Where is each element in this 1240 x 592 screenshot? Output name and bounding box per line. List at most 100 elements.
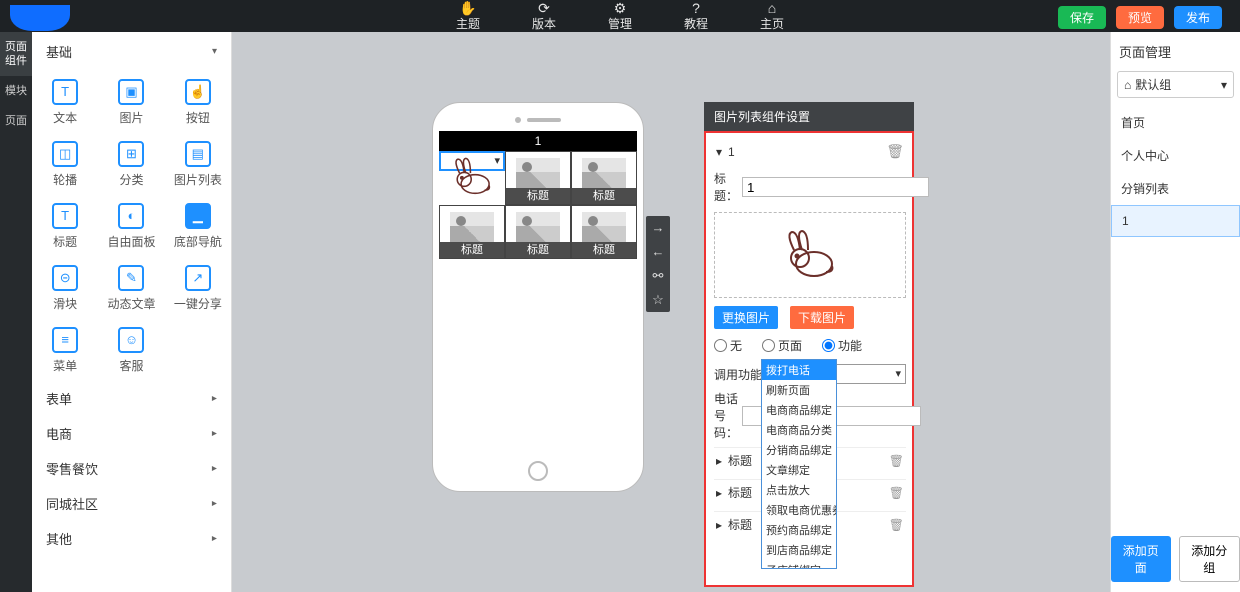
comp-image-list[interactable]: ▤图片列表 <box>165 133 231 195</box>
item-header[interactable]: ▾ 1 🗑 <box>714 141 906 162</box>
article-icon: ✎ <box>118 265 144 291</box>
settings-panel: 图片列表组件设置 ▾ 1 🗑 标题： 更换图片 下载图片 无 页面 功能 <box>704 102 914 587</box>
group-form[interactable]: 表单▾ <box>32 381 231 416</box>
dropdown-option[interactable]: 到店商品绑定 <box>762 540 836 560</box>
dropdown-option[interactable]: 分销商品绑定 <box>762 440 836 460</box>
comp-category[interactable]: ⊞分类 <box>98 133 164 195</box>
download-image-button[interactable]: 下载图片 <box>790 306 854 329</box>
delete-icon[interactable]: 🗑 <box>889 454 904 468</box>
dropdown-option[interactable]: 电商商品分类 <box>762 420 836 440</box>
page-group-select[interactable]: ⌂默认组 ▾ <box>1117 71 1234 98</box>
page-item-1[interactable]: 1 <box>1111 205 1240 237</box>
comp-text[interactable]: T文本 <box>32 71 98 133</box>
title-input[interactable] <box>742 177 929 197</box>
dropdown-option[interactable]: 预约商品绑定 <box>762 520 836 540</box>
left-tab-page-components[interactable]: 页面组件 <box>0 32 32 76</box>
dropdown-option[interactable]: 拨打电话 <box>762 360 836 380</box>
topnav-version[interactable]: ⟳版本 <box>532 1 556 32</box>
right-panel-heading: 页面管理 <box>1111 32 1240 71</box>
left-tab-modules[interactable]: 模块 <box>0 76 32 106</box>
rail-back-icon[interactable]: ← <box>646 240 670 264</box>
delete-icon[interactable]: 🗑 <box>889 486 904 500</box>
group-retail[interactable]: 零售餐饮▾ <box>32 451 231 486</box>
topnav-home[interactable]: ⌂主页 <box>760 1 784 32</box>
rail-link-icon[interactable]: ⚯ <box>646 264 670 288</box>
phone-screen: 1 标题 标题 标题 标题 标题 <box>439 131 637 455</box>
page-item-profile[interactable]: 个人中心 <box>1111 139 1240 172</box>
comp-support[interactable]: ☺客服 <box>98 319 164 381</box>
chevron-right-icon: ▸ <box>716 486 722 500</box>
publish-button[interactable]: 发布 <box>1174 6 1222 29</box>
delete-icon[interactable]: 🗑 <box>889 518 904 532</box>
comp-button[interactable]: ☝按钮 <box>165 71 231 133</box>
group-basic-header[interactable]: 基础 ▾ <box>32 32 231 71</box>
image-buttons: 更换图片 下载图片 <box>714 306 906 329</box>
link-type-radios: 无 页面 功能 <box>714 337 906 354</box>
title-field: 标题： <box>714 170 906 204</box>
rail-star-icon[interactable]: ☆ <box>646 288 670 312</box>
rail-forward-icon[interactable]: → <box>646 216 670 240</box>
dropdown-option[interactable]: 领取电商优惠券 <box>762 500 836 520</box>
comp-menu[interactable]: ≡菜单 <box>32 319 98 381</box>
top-nav: ✋主题 ⟳版本 ⚙管理 ?教程 ⌂主页 <box>456 1 784 32</box>
thumb-3[interactable]: 标题 <box>571 151 637 205</box>
right-panel-footer: 添加页面 添加分组 <box>1111 536 1240 582</box>
add-group-button[interactable]: 添加分组 <box>1179 536 1240 582</box>
thumb-4[interactable]: 标题 <box>439 205 505 259</box>
chevron-right-icon: ▸ <box>716 518 722 532</box>
component-grid: T文本 ▣图片 ☝按钮 ◫轮播 ⊞分类 ▤图片列表 T标题 ◐自由面板 ▁底部导… <box>32 71 231 381</box>
thumb-6[interactable]: 标题 <box>571 205 637 259</box>
left-tab-pages[interactable]: 页面 <box>0 106 32 136</box>
title-label: 标题： <box>714 170 738 204</box>
topnav-manage[interactable]: ⚙管理 <box>608 1 632 32</box>
rabbit-icon <box>780 228 840 282</box>
topnav-tutorial[interactable]: ?教程 <box>684 1 708 32</box>
phone-label: 电话号码： <box>714 390 738 441</box>
comp-bottom-nav[interactable]: ▁底部导航 <box>165 195 231 257</box>
canvas: 1 标题 标题 标题 标题 标题 → ← ⚯ ☆ 图片列表组件设置 ▾ 1 <box>232 32 1110 592</box>
delete-icon[interactable]: 🗑 <box>886 143 904 160</box>
chevron-right-icon: ▾ <box>209 536 220 541</box>
chevron-right-icon: ▸ <box>716 454 722 468</box>
dropdown-option[interactable]: 电商商品绑定 <box>762 400 836 420</box>
title-icon: T <box>52 203 78 229</box>
bottom-nav-icon: ▁ <box>185 203 211 229</box>
radio-page[interactable]: 页面 <box>762 337 802 354</box>
thumb-5[interactable]: 标题 <box>505 205 571 259</box>
replace-image-button[interactable]: 更换图片 <box>714 306 778 329</box>
home-button-icon <box>528 461 548 481</box>
image-list-preview[interactable]: 标题 标题 标题 标题 标题 <box>439 151 637 259</box>
preview-rail: → ← ⚯ ☆ <box>646 216 670 312</box>
comp-title[interactable]: T标题 <box>32 195 98 257</box>
add-page-button[interactable]: 添加页面 <box>1111 536 1171 582</box>
function-dropdown[interactable]: 拨打电话刷新页面电商商品绑定电商商品分类分销商品绑定文章绑定点击放大领取电商优惠… <box>761 359 837 569</box>
save-button[interactable]: 保存 <box>1058 6 1106 29</box>
comp-free-panel[interactable]: ◐自由面板 <box>98 195 164 257</box>
comp-dynamic-article[interactable]: ✎动态文章 <box>98 257 164 319</box>
radio-none[interactable]: 无 <box>714 337 742 354</box>
preview-statusbar: 1 <box>439 131 637 151</box>
group-ecommerce[interactable]: 电商▾ <box>32 416 231 451</box>
component-panel: 基础 ▾ T文本 ▣图片 ☝按钮 ◫轮播 ⊞分类 ▤图片列表 T标题 ◐自由面板… <box>32 32 232 592</box>
preview-button[interactable]: 预览 <box>1116 6 1164 29</box>
page-item-home[interactable]: 首页 <box>1111 106 1240 139</box>
group-community[interactable]: 同城社区▾ <box>32 486 231 521</box>
chevron-down-icon: ▾ <box>212 46 217 57</box>
image-preview-box[interactable] <box>714 212 906 298</box>
comp-slider[interactable]: ⊝滑块 <box>32 257 98 319</box>
comp-image[interactable]: ▣图片 <box>98 71 164 133</box>
topnav-theme[interactable]: ✋主题 <box>456 1 480 32</box>
logo <box>10 5 70 31</box>
dropdown-option[interactable]: 子店铺绑定 <box>762 560 836 569</box>
dropdown-option[interactable]: 刷新页面 <box>762 380 836 400</box>
dropdown-option[interactable]: 点击放大 <box>762 480 836 500</box>
thumb-1[interactable] <box>439 151 505 171</box>
comp-carousel[interactable]: ◫轮播 <box>32 133 98 195</box>
comp-share[interactable]: ↗一键分享 <box>165 257 231 319</box>
thumb-2[interactable]: 标题 <box>505 151 571 205</box>
dropdown-option[interactable]: 文章绑定 <box>762 460 836 480</box>
group-other[interactable]: 其他▾ <box>32 521 231 556</box>
page-item-distribution[interactable]: 分销列表 <box>1111 172 1240 205</box>
phone-preview: 1 标题 标题 标题 标题 标题 <box>432 102 644 492</box>
radio-func[interactable]: 功能 <box>822 337 862 354</box>
